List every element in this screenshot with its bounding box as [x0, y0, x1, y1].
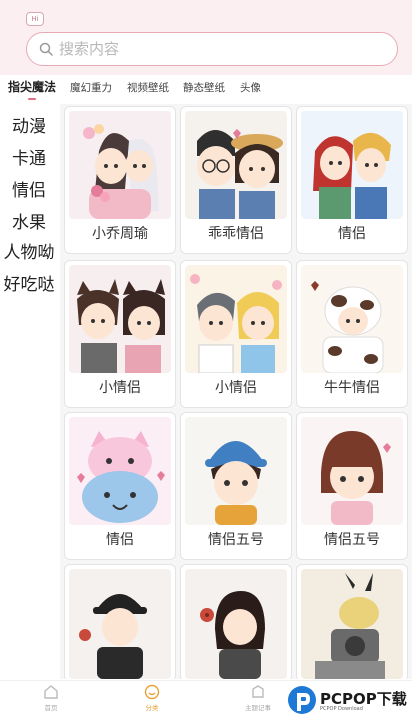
sidebar-item-people[interactable]: 人物呦 [0, 238, 58, 263]
wallpaper-card[interactable] [180, 564, 292, 679]
search-bar[interactable] [26, 32, 398, 66]
tab-magic-gravity[interactable]: 魔幻重力 [70, 80, 112, 95]
wallpaper-card[interactable] [64, 564, 176, 679]
wallpaper-card[interactable]: 情侣五号 [296, 412, 408, 560]
category-tabs: 指尖魔法 魔幻重力 视频壁纸 静态壁纸 头像 [0, 76, 412, 100]
search-icon [39, 42, 53, 56]
pcpop-logo-icon [288, 686, 316, 714]
card-label: 小情侣 [99, 380, 141, 396]
wallpaper-card[interactable]: 情侣 [64, 412, 176, 560]
wallpaper-card[interactable]: 情侣 [296, 106, 408, 254]
couple-glasses-avatar-icon [185, 111, 287, 219]
wallpaper-grid: 小乔周瑜 乖乖情侣 情侣 小情侣 小情侣 牛牛情侣 情侣 情侣五号 情侣五号 [60, 104, 412, 679]
boy-blue-hat-avatar-icon [185, 417, 287, 525]
wallpaper-card[interactable]: 乖乖情侣 [180, 106, 292, 254]
card-label: 牛牛情侣 [324, 380, 380, 396]
tab-static-wallpaper[interactable]: 静态壁纸 [183, 80, 225, 95]
wallpaper-card[interactable] [296, 564, 408, 679]
home-icon [44, 685, 58, 699]
card-label: 乖乖情侣 [208, 226, 264, 242]
search-input[interactable] [59, 40, 359, 58]
sidebar-item-cartoon[interactable]: 卡通 [0, 144, 58, 169]
card-label: 情侣 [338, 226, 366, 242]
wallpaper-card[interactable]: 小情侣 [64, 260, 176, 408]
category-icon [144, 684, 160, 700]
tab-avatar[interactable]: 头像 [240, 80, 261, 95]
card-label: 情侣 [106, 532, 134, 548]
boy-black-hat-avatar-icon [69, 569, 171, 679]
nav-label: 首页 [44, 704, 58, 712]
couple-cow-costume-avatar-icon [301, 265, 403, 373]
nav-label: 主题记事 [245, 704, 271, 712]
tab-finger-magic[interactable]: 指尖魔法 [8, 78, 56, 100]
card-label: 情侣五号 [324, 532, 380, 548]
couple-flowers-avatar-icon [185, 265, 287, 373]
card-label: 小情侣 [215, 380, 257, 396]
nav-category[interactable]: 分类 [127, 683, 177, 712]
sidebar: 动漫 卡通 情侣 水果 人物呦 好吃哒 [0, 104, 58, 684]
pikachu-camera-avatar-icon [301, 569, 403, 679]
couple-cat-ears-avatar-icon [69, 265, 171, 373]
sidebar-item-food[interactable]: 好吃哒 [0, 270, 58, 295]
girl-bob-hair-avatar-icon [301, 417, 403, 525]
wallpaper-card[interactable]: 小乔周瑜 [64, 106, 176, 254]
wallpaper-card[interactable]: 情侣五号 [180, 412, 292, 560]
sidebar-item-fruit[interactable]: 水果 [0, 208, 58, 233]
watermark-subtext: PCPOP Download [320, 706, 363, 712]
sidebar-item-anime[interactable]: 动漫 [0, 112, 58, 137]
nav-home[interactable]: 首页 [26, 683, 76, 712]
card-label: 小乔周瑜 [92, 226, 148, 242]
nav-label: 分类 [145, 704, 159, 712]
sidebar-item-couple[interactable]: 情侣 [0, 176, 58, 201]
card-label: 情侣五号 [208, 532, 264, 548]
hi-badge[interactable]: Hi [26, 12, 44, 26]
theme-icon [252, 685, 264, 698]
nav-theme[interactable]: 主题记事 [233, 683, 283, 712]
wallpaper-card[interactable]: 牛牛情侣 [296, 260, 408, 408]
couple-redhair-avatar-icon [301, 111, 403, 219]
couple-anime-avatar-icon [69, 111, 171, 219]
header: Hi [0, 0, 412, 75]
tab-video-wallpaper[interactable]: 视频壁纸 [127, 80, 169, 95]
wallpaper-card[interactable]: 小情侣 [180, 260, 292, 408]
cute-cat-faces-avatar-icon [69, 417, 171, 525]
girl-flower-avatar-icon [185, 569, 287, 679]
app-root: Hi 指尖魔法 魔幻重力 视频壁纸 静态壁纸 头像 动漫 卡通 情侣 水果 人物… [0, 0, 412, 720]
watermark-logo: PCPOP下载 PCPOP Download [286, 684, 412, 718]
